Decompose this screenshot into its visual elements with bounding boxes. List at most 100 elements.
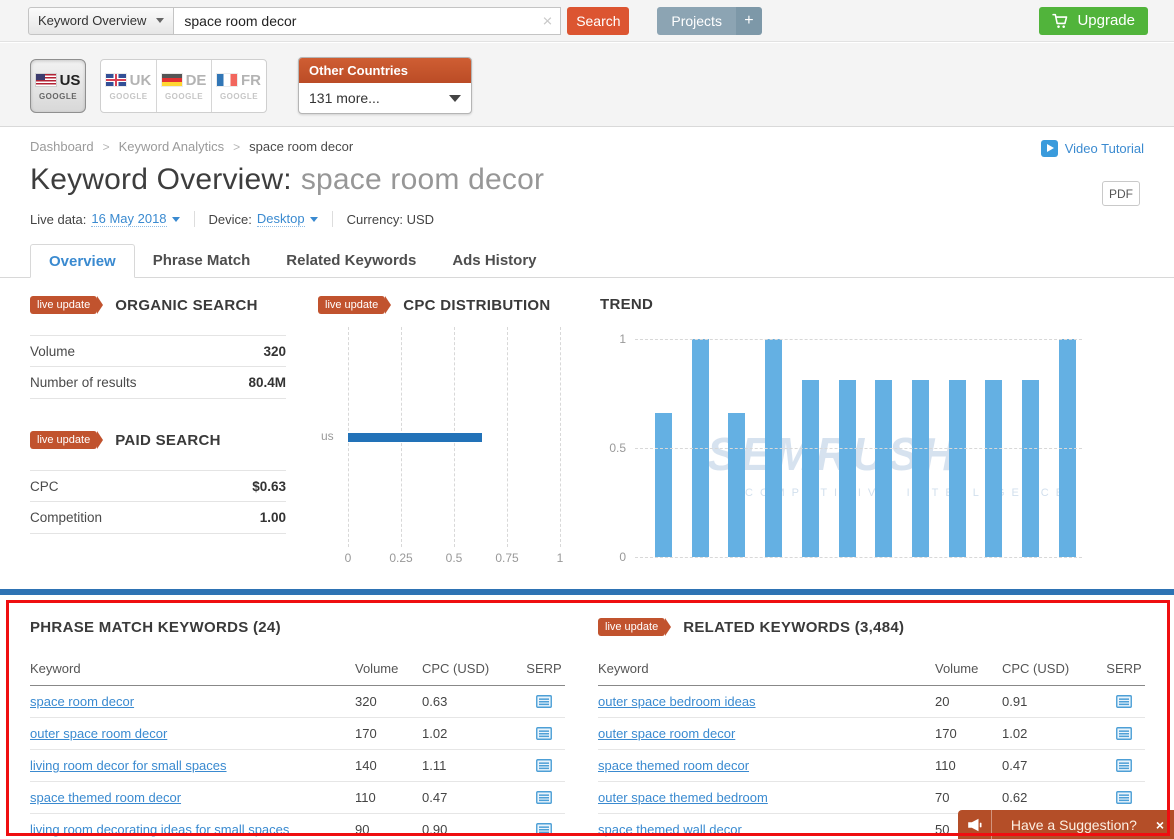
gridline bbox=[507, 327, 508, 547]
report-type-label: Keyword Overview bbox=[38, 13, 146, 28]
serp-icon[interactable] bbox=[536, 759, 552, 772]
breadcrumb-item-keyword-analytics[interactable]: Keyword Analytics bbox=[119, 139, 225, 154]
live-update-badge: live update bbox=[30, 296, 97, 314]
keyword-link[interactable]: outer space bedroom ideas bbox=[598, 694, 922, 709]
organic-search-panel: live update ORGANIC SEARCH Volume320Numb… bbox=[30, 296, 286, 399]
chevron-down-icon bbox=[156, 18, 164, 23]
divider bbox=[194, 211, 195, 227]
video-tutorial-link[interactable]: Video Tutorial bbox=[1041, 140, 1144, 157]
fr-flag-icon bbox=[217, 74, 237, 86]
cpc-cell: 0.47 bbox=[1002, 758, 1090, 773]
serp-icon[interactable] bbox=[536, 695, 552, 708]
table-row: space themed room decor1100.47 bbox=[598, 750, 1145, 782]
report-meta-row: Live data: 16 May 2018 Device: Desktop C… bbox=[30, 211, 434, 227]
gridline bbox=[560, 327, 561, 547]
table-header-row: KeywordVolumeCPC (USD)SERP bbox=[598, 652, 1145, 686]
volume-cell: 20 bbox=[935, 694, 989, 709]
region-code-label: DE bbox=[162, 72, 207, 89]
serp-cell bbox=[523, 727, 565, 740]
region-code-text: UK bbox=[130, 72, 152, 89]
currency-label: Currency: USD bbox=[347, 212, 434, 227]
serp-icon[interactable] bbox=[536, 823, 552, 836]
table-row: space room decor3200.63 bbox=[30, 686, 565, 718]
add-project-button[interactable]: + bbox=[736, 7, 762, 35]
other-countries-dropdown[interactable]: Other Countries 131 more... bbox=[298, 57, 472, 114]
cpc-cell: 0.91 bbox=[1002, 694, 1090, 709]
serp-icon[interactable] bbox=[1116, 695, 1132, 708]
serp-icon[interactable] bbox=[536, 727, 552, 740]
pdf-export-button[interactable]: PDF bbox=[1102, 181, 1140, 206]
serp-icon[interactable] bbox=[536, 791, 552, 804]
other-countries-count: 131 more... bbox=[309, 90, 380, 106]
device-dropdown[interactable]: Desktop bbox=[257, 211, 305, 227]
keyword-link[interactable]: outer space room decor bbox=[598, 726, 922, 741]
trend-chart: SEMRUSH COMPETITIVE INTELLIGENCE 10.50 bbox=[635, 339, 1082, 557]
gridline bbox=[635, 339, 1082, 340]
suggestion-banner[interactable]: Have a Suggestion? × bbox=[958, 810, 1174, 839]
table-row: space themed room decor1100.47 bbox=[30, 782, 565, 814]
region-button-fr[interactable]: FRGOOGLE bbox=[211, 60, 266, 112]
tab-ads-history[interactable]: Ads History bbox=[434, 244, 554, 277]
tab-related-keywords[interactable]: Related Keywords bbox=[268, 244, 434, 277]
search-input[interactable] bbox=[174, 7, 561, 35]
region-button-de[interactable]: DEGOOGLE bbox=[156, 60, 211, 112]
keyword-link[interactable]: living room decor for small spaces bbox=[30, 758, 342, 773]
y-tick-label: 1 bbox=[619, 332, 626, 346]
search-box: × bbox=[174, 7, 561, 35]
upgrade-label: Upgrade bbox=[1077, 12, 1135, 29]
column-header-volume: Volume bbox=[935, 661, 989, 676]
column-header-cpc-usd: CPC (USD) bbox=[422, 661, 510, 676]
serp-cell bbox=[1103, 695, 1145, 708]
x-tick-label: 1 bbox=[557, 551, 564, 565]
column-header-serp: SERP bbox=[523, 661, 565, 676]
keyword-link[interactable]: outer space themed bedroom bbox=[598, 790, 922, 805]
suggestion-banner-label: Have a Suggestion? bbox=[992, 817, 1156, 833]
region-button-uk[interactable]: UK GOOGLE bbox=[101, 60, 156, 112]
breadcrumb: Dashboard>Keyword Analytics>space room d… bbox=[30, 139, 353, 154]
chevron-down-icon[interactable] bbox=[310, 217, 318, 222]
engine-label: GOOGLE bbox=[109, 92, 147, 101]
serp-cell bbox=[1103, 727, 1145, 740]
serp-icon[interactable] bbox=[1116, 791, 1132, 804]
keyword-link[interactable]: space themed room decor bbox=[30, 790, 342, 805]
other-countries-value-row[interactable]: 131 more... bbox=[299, 83, 471, 113]
tab-phrase-match[interactable]: Phrase Match bbox=[135, 244, 269, 277]
search-button[interactable]: Search bbox=[567, 7, 629, 35]
tab-overview[interactable]: Overview bbox=[30, 244, 135, 278]
region-code-label: US bbox=[60, 72, 81, 89]
organic-search-table: Volume320Number of results80.4M bbox=[30, 335, 286, 399]
live-data-date-dropdown[interactable]: 16 May 2018 bbox=[91, 211, 166, 227]
related-keywords-panel: live update RELATED KEYWORDS (3,484) Key… bbox=[598, 616, 1145, 839]
volume-cell: 110 bbox=[355, 790, 409, 805]
serp-cell bbox=[523, 759, 565, 772]
breadcrumb-separator: > bbox=[233, 140, 240, 154]
region-button-us-selected[interactable]: US GOOGLE bbox=[30, 59, 86, 113]
serp-icon[interactable] bbox=[1116, 759, 1132, 772]
keyword-link[interactable]: outer space room decor bbox=[30, 726, 342, 741]
engine-label: GOOGLE bbox=[220, 92, 258, 101]
chevron-down-icon[interactable] bbox=[172, 217, 180, 222]
keyword-link[interactable]: space room decor bbox=[30, 694, 342, 709]
cpc-cell: 0.90 bbox=[422, 822, 510, 837]
upgrade-button[interactable]: Upgrade bbox=[1039, 7, 1148, 35]
breadcrumb-item-dashboard[interactable]: Dashboard bbox=[30, 139, 94, 154]
phrase-match-title: PHRASE MATCH KEYWORDS (24) bbox=[30, 619, 281, 636]
keyword-link[interactable]: space themed room decor bbox=[598, 758, 922, 773]
projects-button[interactable]: Projects bbox=[657, 7, 736, 35]
report-type-dropdown[interactable]: Keyword Overview bbox=[28, 7, 174, 35]
live-update-badge: live update bbox=[318, 296, 385, 314]
keyword-link[interactable]: living room decorating ideas for small s… bbox=[30, 822, 342, 837]
paid-search-table: CPC$0.63Competition1.00 bbox=[30, 470, 286, 534]
metric-value: $0.63 bbox=[252, 479, 286, 494]
serp-icon[interactable] bbox=[1116, 727, 1132, 740]
phrase-match-table: KeywordVolumeCPC (USD)SERPspace room dec… bbox=[30, 652, 565, 839]
region-group: UKGOOGLEDEGOOGLEFRGOOGLE bbox=[100, 59, 267, 113]
page-title-prefix: Keyword Overview: bbox=[30, 163, 292, 196]
volume-cell: 90 bbox=[355, 822, 409, 837]
volume-cell: 140 bbox=[355, 758, 409, 773]
close-icon[interactable]: × bbox=[1156, 817, 1164, 833]
table-row: living room decor for small spaces1401.1… bbox=[30, 750, 565, 782]
organic-search-title: ORGANIC SEARCH bbox=[115, 297, 258, 314]
clear-search-icon[interactable]: × bbox=[542, 12, 552, 29]
keyword-link[interactable]: space themed wall decor bbox=[598, 822, 922, 837]
